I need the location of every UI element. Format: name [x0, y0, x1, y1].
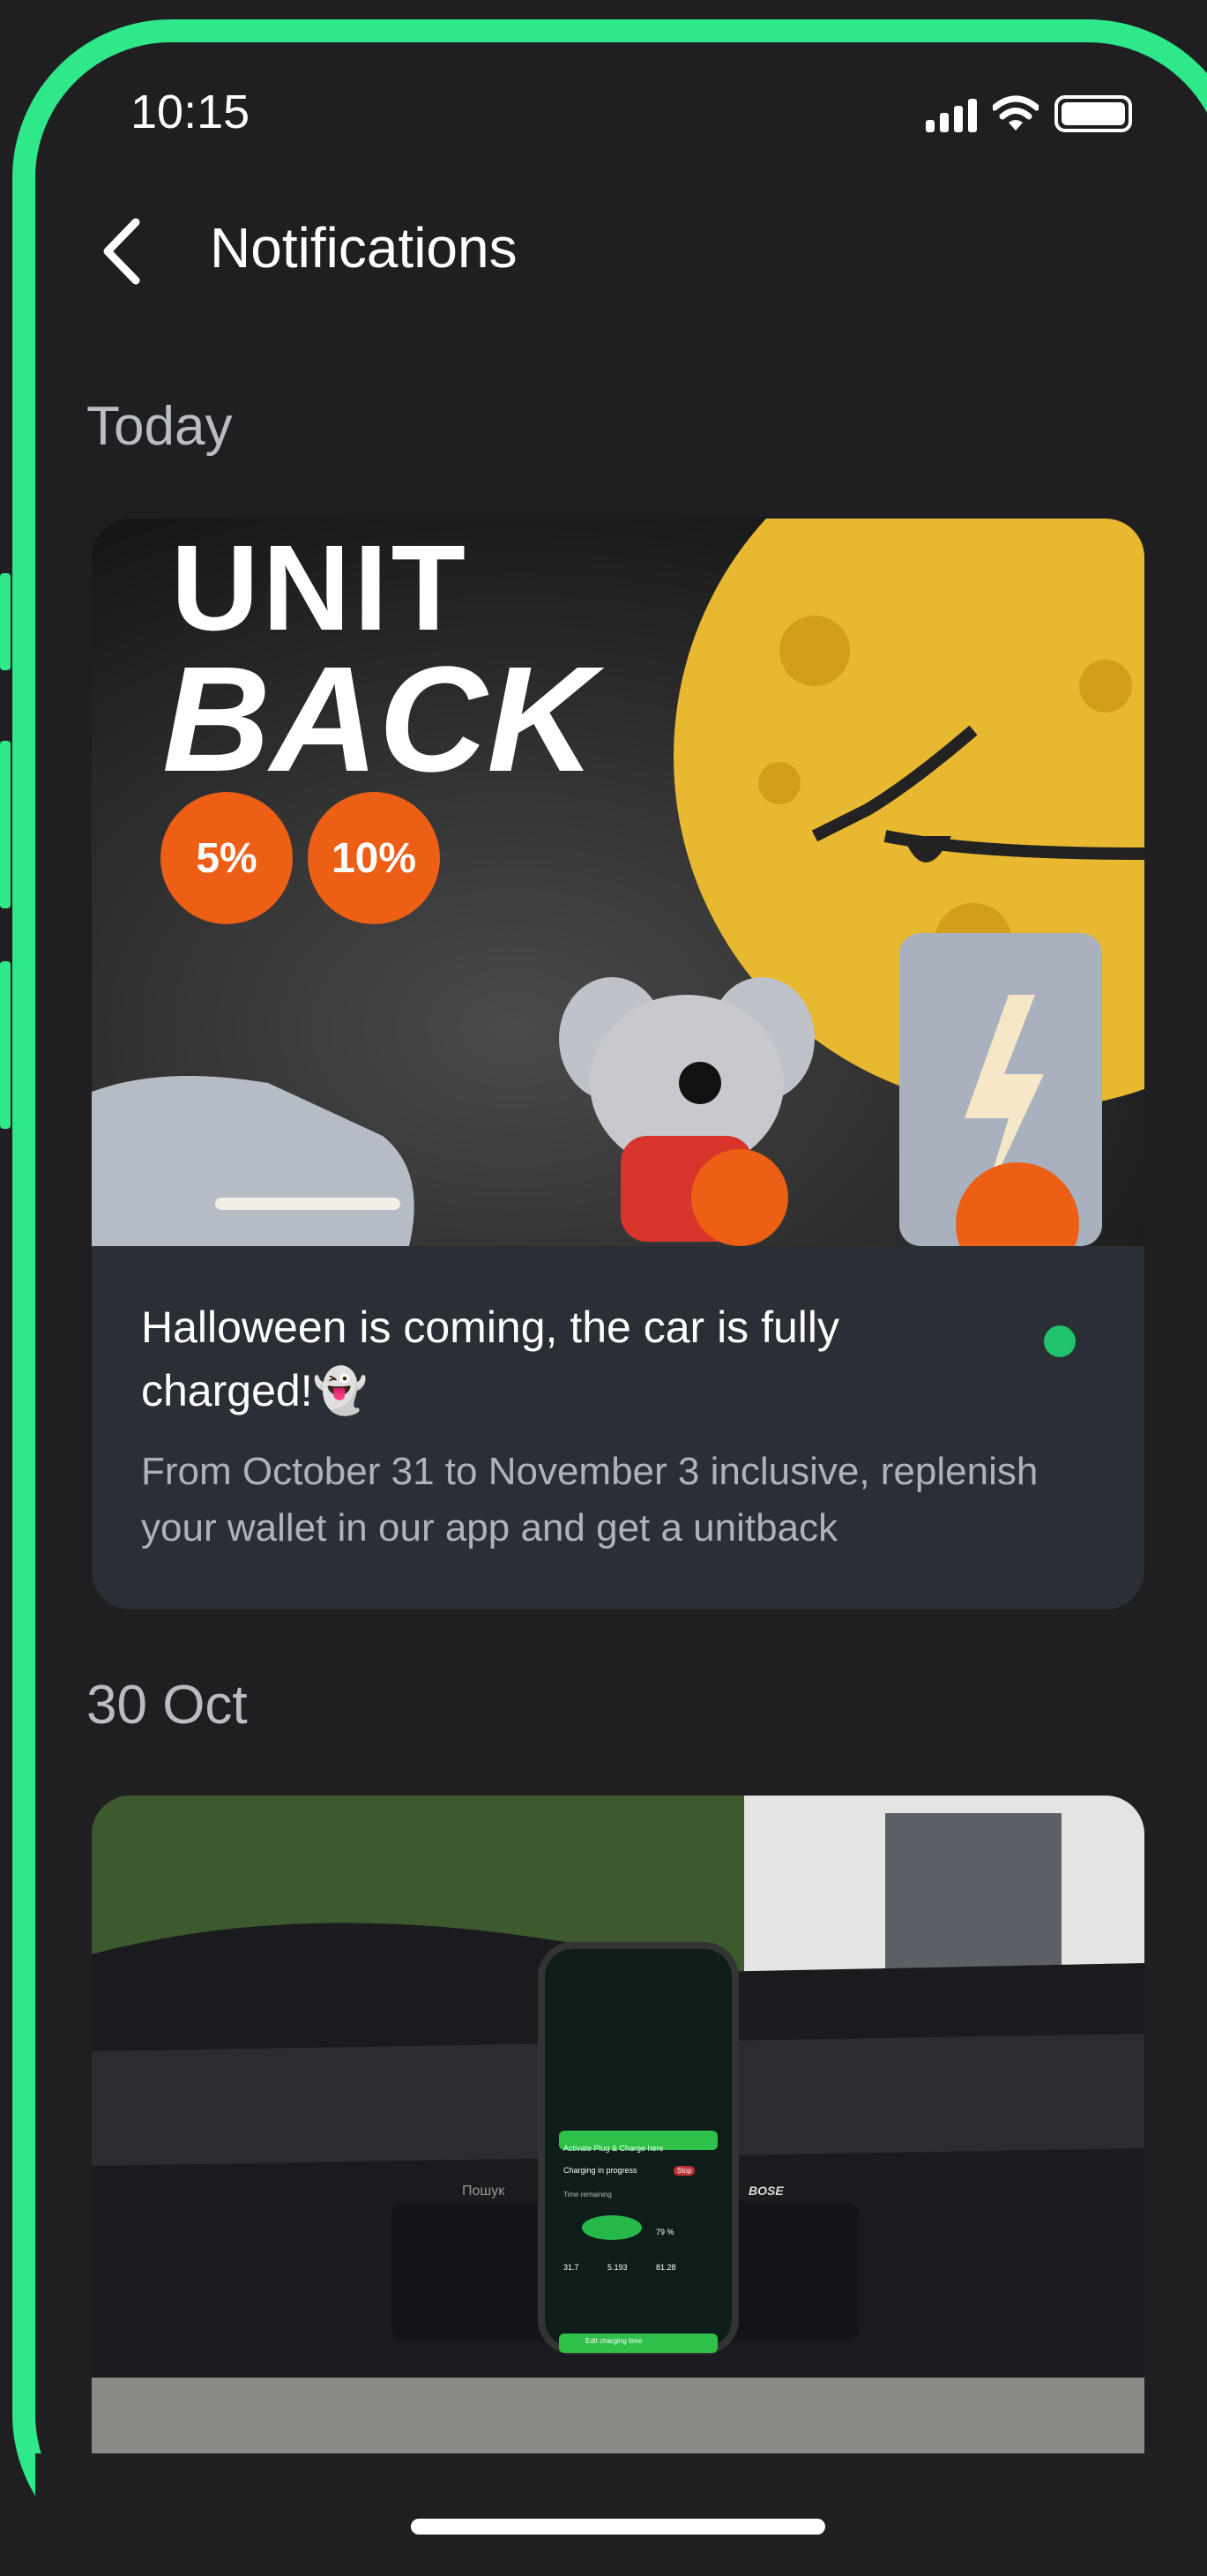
car-dashboard-illustration [92, 1796, 1144, 2453]
wifi-icon [993, 95, 1039, 131]
phone-cost: 81.28 [656, 2263, 676, 2272]
dashboard-brand-label: BOSE [749, 2184, 784, 2198]
battery-icon [1054, 95, 1132, 132]
status-icons [926, 95, 1132, 132]
section-label-today: Today [86, 396, 233, 457]
banner-line2: BACK [162, 636, 596, 803]
home-indicator[interactable] [411, 2519, 825, 2535]
phone-charging-status: Charging in progress [563, 2166, 637, 2175]
banner-pill-5: 5% [160, 792, 293, 924]
phone-stop-button: Stop [674, 2166, 696, 2176]
side-button-volume-down[interactable] [0, 961, 11, 1129]
back-icon[interactable] [92, 212, 162, 291]
halloween-banner: UNIT BACK 5% 10% [92, 519, 1144, 1246]
phone-battery-level: 79 % [656, 2228, 674, 2236]
phone-power: 31.7 [563, 2263, 579, 2272]
banner-pill-10: 10% [308, 792, 440, 924]
signal-icon [926, 99, 977, 132]
bottom-fade [35, 2453, 1207, 2576]
phone-time-remaining: Time remaining [563, 2191, 612, 2199]
notification-text: From October 31 to November 3 inclusive,… [141, 1450, 1039, 1549]
side-button-volume-up[interactable] [0, 741, 11, 908]
notification-card[interactable]: UNIT BACK 5% 10% Halloween is coming, th… [92, 519, 1144, 1609]
phone-activate-banner: Activate Plug & Charge here [563, 2144, 664, 2153]
page-title: Notifications [210, 216, 518, 280]
unread-dot [1044, 1325, 1076, 1357]
section-label-30-oct: 30 Oct [86, 1675, 248, 1736]
notification-card-2[interactable]: Activate Plug & Charge here Charging in … [92, 1796, 1144, 2453]
dashboard-search-label: Пошук [462, 2184, 505, 2199]
notification-title: Halloween is coming, the car is fully ch… [141, 1303, 839, 1415]
notification-body: Halloween is coming, the car is fully ch… [92, 1246, 1144, 1609]
car-dashboard-photo: Activate Plug & Charge here Charging in … [92, 1796, 1144, 2453]
phone-consumed: 5.193 [607, 2263, 628, 2272]
phone-edit-charging: Edit charging time [585, 2337, 643, 2345]
side-button-mute[interactable] [0, 573, 11, 670]
status-time: 10:15 [130, 86, 250, 138]
